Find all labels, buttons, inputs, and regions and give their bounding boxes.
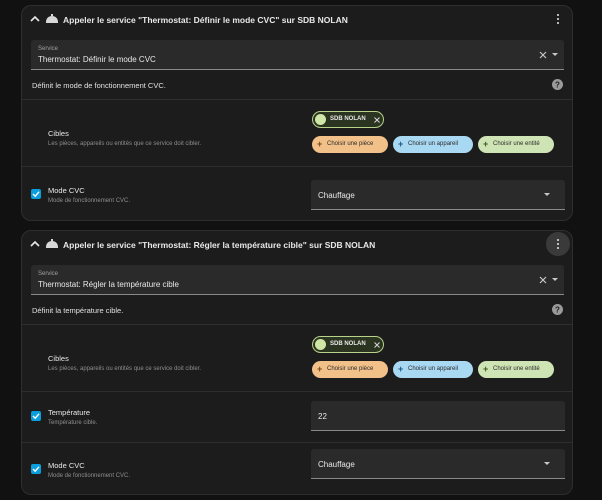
target-chip-device[interactable]: SDB NOLAN — [312, 111, 384, 128]
target-chip-label: SDB NOLAN — [330, 116, 366, 122]
close-icon[interactable] — [539, 51, 547, 59]
param-row-hvac-mode: Mode CVC Mode de fonctionnement CVC. Cha… — [22, 444, 572, 496]
card-header[interactable]: Appeler le service "Thermostat: Régler l… — [22, 231, 572, 259]
select-value: Chauffage — [318, 191, 355, 200]
service-field-label: Service — [38, 46, 59, 52]
param-row-temperature: Température Température cible. 22 — [22, 393, 572, 443]
service-icon — [46, 239, 58, 248]
check-icon — [32, 191, 40, 198]
service-icon — [46, 14, 58, 23]
service-field-value: Thermostat: Définir le mode CVC — [38, 55, 156, 64]
hvac-mode-select[interactable]: Chauffage — [311, 180, 565, 210]
service-description: Définit le mode de fonctionnement CVC. — [32, 81, 166, 90]
close-icon[interactable] — [374, 117, 380, 123]
service-description-row: Définit la température cible. ? — [22, 295, 572, 325]
device-avatar-icon — [315, 339, 326, 350]
check-icon — [32, 466, 40, 473]
dropdown-arrow-icon[interactable] — [544, 193, 550, 196]
chevron-up-icon[interactable] — [30, 240, 40, 248]
dropdown-arrow-icon[interactable] — [544, 462, 550, 465]
service-select[interactable]: Service Thermostat: Définir le mode CVC — [31, 40, 564, 70]
add-device-button[interactable]: + Choisir un appareil — [393, 136, 473, 153]
help-circle-icon[interactable]: ? — [552, 79, 563, 90]
param-checkbox[interactable] — [31, 189, 41, 199]
targets-description: Les pièces, appareils ou entités que ce … — [48, 366, 202, 372]
service-description-row: Définit le mode de fonctionnement CVC. ? — [22, 70, 572, 100]
param-label: Mode CVC — [48, 461, 85, 470]
dropdown-arrow-icon[interactable] — [552, 278, 558, 281]
close-icon[interactable] — [539, 276, 547, 284]
targets-label: Cibles — [48, 354, 69, 363]
close-icon[interactable] — [374, 342, 380, 348]
dropdown-arrow-icon[interactable] — [552, 53, 558, 56]
hvac-mode-select[interactable]: Chauffage — [311, 449, 565, 479]
card-title: Appeler le service "Thermostat: Définir … — [63, 15, 348, 25]
add-device-button[interactable]: + Choisir un appareil — [393, 361, 473, 378]
add-entity-button[interactable]: + Choisir une entité — [478, 361, 554, 378]
plus-icon: + — [483, 364, 489, 374]
action-card-set-temperature: Appeler le service "Thermostat: Régler l… — [21, 230, 573, 495]
param-row-hvac-mode: Mode CVC Mode de fonctionnement CVC. Cha… — [22, 168, 572, 222]
add-entity-button[interactable]: + Choisir une entité — [478, 136, 554, 153]
plus-icon: + — [398, 364, 404, 374]
svg-text:?: ? — [555, 80, 560, 89]
input-value: 22 — [318, 412, 327, 421]
device-avatar-icon — [315, 114, 326, 125]
service-description: Définit la température cible. — [32, 306, 124, 315]
add-area-button[interactable]: + Choisir une pièce — [312, 136, 388, 153]
dots-vertical-icon — [557, 14, 559, 26]
plus-icon: + — [398, 139, 404, 149]
param-description: Mode de fonctionnement CVC. — [48, 198, 131, 204]
param-label: Mode CVC — [48, 186, 85, 195]
service-select[interactable]: Service Thermostat: Régler la températur… — [31, 265, 564, 295]
plus-icon: + — [317, 139, 323, 149]
card-title: Appeler le service "Thermostat: Régler l… — [63, 240, 376, 250]
target-chip-device[interactable]: SDB NOLAN — [312, 336, 384, 353]
chevron-up-icon[interactable] — [30, 15, 40, 23]
targets-label: Cibles — [48, 129, 69, 138]
add-area-button[interactable]: + Choisir une pièce — [312, 361, 388, 378]
targets-description: Les pièces, appareils ou entités que ce … — [48, 141, 202, 147]
dots-vertical-icon — [557, 239, 559, 251]
help-circle-icon[interactable]: ? — [552, 304, 563, 315]
targets-row: Cibles Les pièces, appareils ou entités … — [22, 101, 572, 167]
temperature-input[interactable]: 22 — [311, 401, 565, 431]
plus-icon: + — [317, 364, 323, 374]
svg-text:?: ? — [555, 305, 560, 314]
param-checkbox[interactable] — [31, 411, 41, 421]
param-description: Température cible. — [48, 420, 98, 426]
param-description: Mode de fonctionnement CVC. — [48, 473, 131, 479]
param-checkbox[interactable] — [31, 464, 41, 474]
targets-row: Cibles Les pièces, appareils ou entités … — [22, 326, 572, 392]
service-field-label: Service — [38, 271, 59, 277]
target-chip-label: SDB NOLAN — [330, 341, 366, 347]
select-value: Chauffage — [318, 460, 355, 469]
service-field-value: Thermostat: Régler la température cible — [38, 280, 179, 289]
plus-icon: + — [483, 139, 489, 149]
card-menu-button[interactable] — [546, 7, 570, 31]
action-card-set-hvac-mode: Appeler le service "Thermostat: Définir … — [21, 5, 573, 221]
check-icon — [32, 413, 40, 420]
card-menu-button[interactable] — [546, 232, 570, 256]
card-header[interactable]: Appeler le service "Thermostat: Définir … — [22, 6, 572, 34]
param-label: Température — [48, 408, 91, 417]
